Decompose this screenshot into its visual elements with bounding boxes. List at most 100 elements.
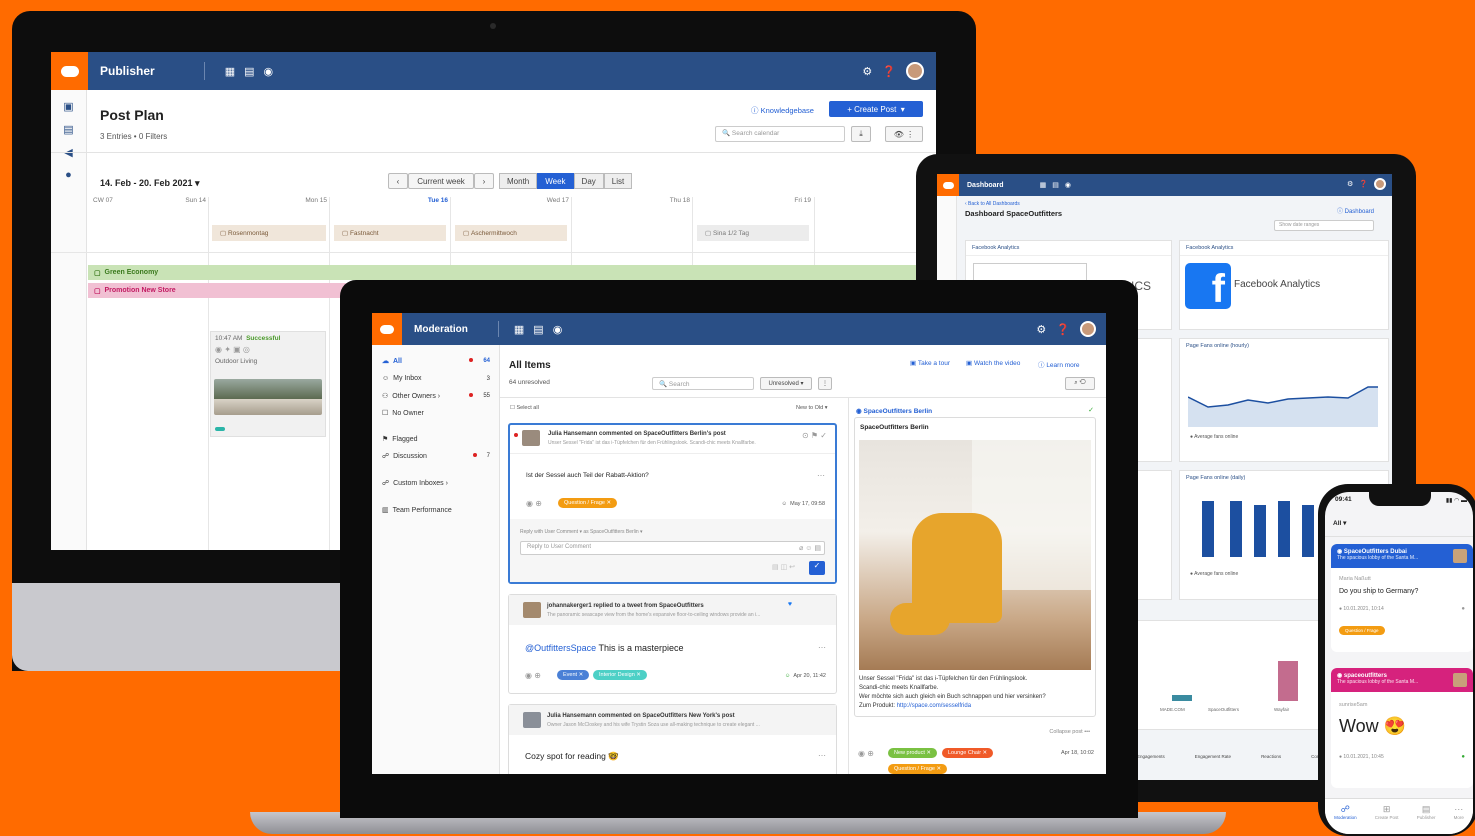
date-range-input[interactable]: Show date ranges xyxy=(1274,220,1374,231)
tab-more[interactable]: ⋯ More xyxy=(1454,804,1464,834)
calendar-event[interactable]: ▢ Aschermittwoch xyxy=(455,225,567,241)
conversation-item[interactable]: Julia Hansemann commented on SpaceOutfit… xyxy=(508,704,837,774)
knowledgebase-link[interactable]: ⓘ Knowledgebase xyxy=(751,105,814,116)
check-icon[interactable]: ● xyxy=(51,169,86,181)
filter-icon[interactable]: ⋮ xyxy=(818,377,832,390)
item-preview: Unser Sessel "Frida" ist das i-Tüpfelche… xyxy=(548,440,756,446)
avatar[interactable] xyxy=(1374,178,1386,190)
calendar-icon[interactable]: ▣ xyxy=(51,100,86,113)
reply-input[interactable]: Reply to User Comment xyxy=(520,541,825,555)
posts-icon[interactable]: ▤ xyxy=(51,123,86,136)
tag-chip[interactable]: Interior Design ✕ xyxy=(593,670,647,680)
layout-toggle[interactable]: ⌕ ⟲ xyxy=(1065,377,1095,390)
conversation-item[interactable]: johannakerger1 replied to a tweet from S… xyxy=(508,594,837,694)
take-tour-link[interactable]: ▣ Take a tour xyxy=(910,359,950,367)
nav-item[interactable]: ⚑ Flagged xyxy=(382,435,490,444)
view-month-button[interactable]: Month xyxy=(499,173,538,189)
avatar[interactable] xyxy=(906,62,924,80)
heart-icon[interactable]: ♥ xyxy=(788,601,792,608)
tab-create-post[interactable]: ⊞ Create Post xyxy=(1375,804,1399,834)
current-week-button[interactable]: Current week xyxy=(408,173,474,189)
prev-week-button[interactable]: ‹ xyxy=(388,173,408,189)
status-filter-dropdown[interactable]: Unresolved ▾ xyxy=(760,377,812,390)
select-all-checkbox[interactable]: ☐ Select all xyxy=(510,405,539,411)
download-icon[interactable]: ⤓ xyxy=(851,126,871,142)
brand-logo[interactable] xyxy=(51,52,88,90)
collapse-post-link[interactable]: Collapse post ••• xyxy=(1049,729,1090,735)
attachment-icons[interactable]: ⌀ ☺ ▤ xyxy=(799,544,821,552)
view-week-button[interactable]: Week xyxy=(537,173,574,189)
send-button[interactable]: ✓ xyxy=(809,561,825,575)
post-thumbnail xyxy=(1453,549,1467,563)
tag-chip[interactable]: Question / Frage ✕ xyxy=(558,498,618,508)
watch-video-link[interactable]: ▣ Watch the video xyxy=(966,359,1020,367)
tab-moderation[interactable]: ☍ Moderation xyxy=(1334,804,1357,834)
tag-chip[interactable]: Lounge Chair ✕ xyxy=(942,748,994,758)
globe-icon[interactable]: ◉ xyxy=(553,323,563,336)
date-range-dropdown[interactable]: 14. Feb - 20. Feb 2021 ▾ xyxy=(100,178,200,189)
calendar-icon[interactable]: ▤ xyxy=(244,65,254,78)
item-header: Julia Hansemann commented on SpaceOutfit… xyxy=(548,431,726,437)
tab-publisher[interactable]: ▤ Publisher xyxy=(1417,804,1436,834)
help-icon[interactable]: ❓ xyxy=(1359,180,1368,188)
reply-tool-icons[interactable]: ▤ ◫ ↩ xyxy=(772,563,795,571)
campaign-band-green-economy[interactable]: ▢ Green Economy xyxy=(88,265,936,280)
globe-icon[interactable]: ◉ xyxy=(264,65,274,78)
more-icon[interactable]: ⋯ xyxy=(817,471,825,480)
globe-icon[interactable]: ◉ xyxy=(1065,181,1071,189)
nav-item[interactable]: ☐ No Owner xyxy=(382,409,490,418)
calendar-event[interactable]: ▢ Sina 1/2 Tag xyxy=(697,225,809,241)
view-day-button[interactable]: Day xyxy=(573,173,604,189)
product-link[interactable]: http://space.com/sesselfrida xyxy=(897,703,971,709)
nav-item[interactable]: ☍ Discussion 7 xyxy=(382,452,490,461)
nav-item[interactable]: ☁ All 64 xyxy=(382,357,490,366)
calendar-event[interactable]: ▢ Rosenmontag xyxy=(212,225,326,241)
back-link[interactable]: ‹ Back to All Dashboards xyxy=(965,201,1020,207)
tag-chip[interactable]: New product ✕ xyxy=(888,748,938,758)
search-calendar-input[interactable]: 🔍 Search calendar xyxy=(715,126,845,142)
next-week-button[interactable]: › xyxy=(474,173,494,189)
gear-icon[interactable]: ⚙ xyxy=(1036,323,1046,336)
nav-item[interactable]: ☍ Custom Inboxes › xyxy=(382,479,490,488)
nav-item[interactable]: ⚇ Other Owners › 55 xyxy=(382,392,490,401)
gear-icon[interactable]: ⚙ xyxy=(862,65,872,78)
more-icon[interactable]: ⋯ xyxy=(818,751,826,760)
gear-icon[interactable]: ⚙ xyxy=(1347,180,1353,188)
inbox-filter-dropdown[interactable]: All ▾ xyxy=(1333,519,1346,527)
calendar-icon[interactable]: ▤ xyxy=(1052,181,1059,189)
tag-chip[interactable]: Question / Frage ✕ xyxy=(888,764,948,774)
calendar-grid-icon[interactable]: ▦ xyxy=(225,65,235,78)
help-icon[interactable]: ❓ xyxy=(1056,323,1070,336)
tag-chip[interactable]: Event ✕ xyxy=(557,670,590,680)
user-name: Maria Naßutt xyxy=(1339,576,1371,582)
scheduled-post-card[interactable]: 10:47 AM Successful ◉ ✦ ▣ ◎ Outdoor Livi… xyxy=(210,331,326,437)
sort-dropdown[interactable]: New to Old ▾ xyxy=(796,405,828,411)
post-thumbnail xyxy=(1453,673,1467,687)
post-page-name[interactable]: ◉ SpaceOutfitters Berlin xyxy=(856,407,932,415)
tag-chip[interactable]: Question / Frage xyxy=(1339,626,1385,635)
dashboard-link[interactable]: ⓘ Dashboard xyxy=(1337,206,1374,215)
nav-item[interactable]: ☺ My Inbox 3 xyxy=(382,375,490,382)
mobile-conversation-card[interactable]: ◉ SpaceOutfitters Dubai The spacious lobb… xyxy=(1331,544,1473,652)
conversation-item-selected[interactable]: Julia Hansemann commented on SpaceOutfit… xyxy=(508,423,837,584)
view-list-button[interactable]: List xyxy=(603,173,633,189)
assign-icons[interactable]: ◉ ⊕ xyxy=(858,749,874,758)
calendar-icon[interactable]: ▤ xyxy=(533,323,543,336)
mobile-conversation-card[interactable]: ◉ spaceoutfitters The spacious lobby of t… xyxy=(1331,668,1473,788)
grid-icon[interactable]: ▦ xyxy=(514,323,524,336)
avatar[interactable] xyxy=(1080,321,1096,337)
help-icon[interactable]: ❓ xyxy=(882,65,896,78)
calendar-event[interactable]: ▢ Fastnacht xyxy=(334,225,446,241)
item-actions-icons[interactable]: ⊙ ⚑ ✓ xyxy=(802,431,827,440)
view-filter-buttons[interactable]: 👁 ⋮ xyxy=(885,126,923,142)
nav-item[interactable]: ▥ Team Performance xyxy=(382,506,490,515)
learn-more-link[interactable]: ⓘ Learn more xyxy=(1038,359,1080,369)
more-icon[interactable]: ⋯ xyxy=(818,643,826,652)
assign-icons[interactable]: ◉ ⊕ xyxy=(526,499,542,508)
grid-icon[interactable]: ▦ xyxy=(1040,181,1047,189)
search-input[interactable]: 🔍 Search xyxy=(652,377,754,390)
assign-icons[interactable]: ◉ ⊕ xyxy=(525,671,541,680)
create-post-button[interactable]: + Create Post ▾ xyxy=(829,101,923,117)
reply-options[interactable]: Reply with User Comment ▾ as SpaceOutfit… xyxy=(520,529,643,535)
twitter-handle[interactable]: @OutfittersSpace xyxy=(525,643,596,653)
